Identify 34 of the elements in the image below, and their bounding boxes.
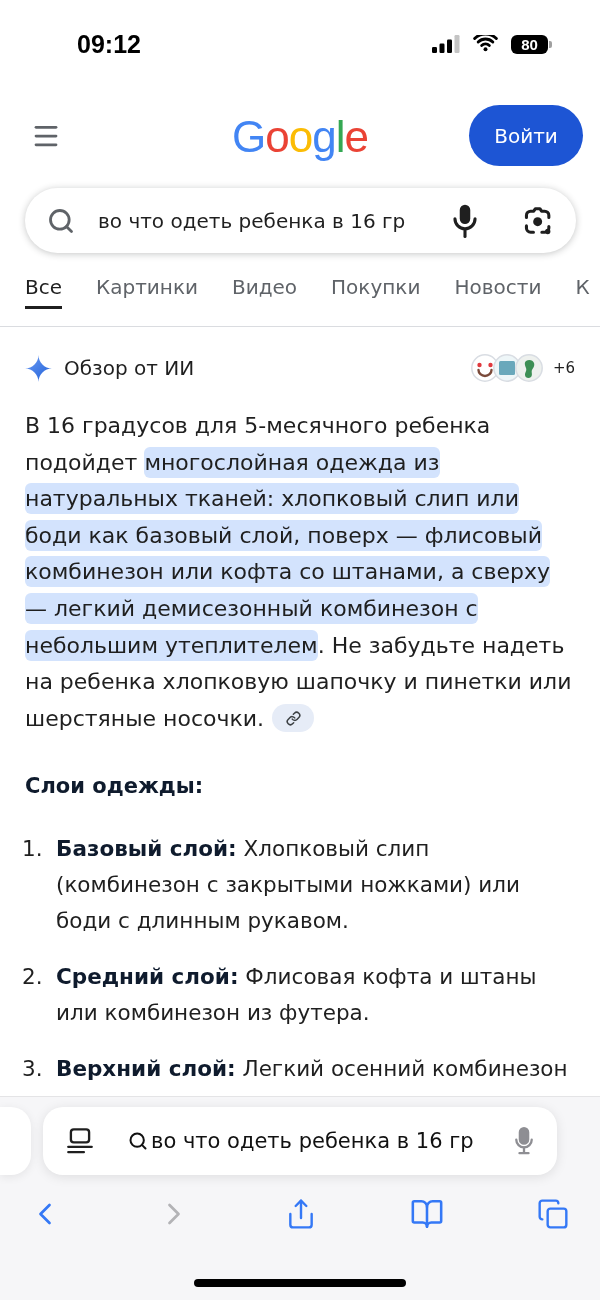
camera-search-icon[interactable] [524,206,552,235]
google-logo[interactable]: Google [232,112,368,159]
search-tab[interactable]: Новости [454,275,542,309]
battery-indicator: 80 [511,34,552,54]
open-book-icon[interactable] [410,1197,444,1231]
search-tab[interactable]: Все [25,275,63,309]
list-number: 3. [22,1055,44,1084]
search-tab[interactable]: Видео [232,275,298,309]
search-input[interactable]: во что одеть ребенка в 16 гр [98,208,452,233]
stacked-squares-icon[interactable] [537,1198,569,1230]
wifi-icon [473,35,498,53]
signal-icon [432,35,460,53]
status-time: 09:12 [77,29,141,59]
more-sources-count: +6 [552,359,575,377]
search-icon[interactable] [47,206,75,235]
citation-link-button[interactable] [272,704,315,733]
sign-in-button[interactable]: Войти [469,105,583,166]
figure-avatar-icon [514,354,543,382]
list-item-text: Базовый слой: Хлопковый слип (комбинезон с закрытыми ножками) или боди с длинным рукавом. [56,835,521,936]
microphone-icon[interactable] [452,203,478,238]
reader-icon[interactable] [67,1128,93,1154]
search-icon [128,1131,148,1151]
sparkle-icon [25,354,52,382]
list-number: 2. [22,963,44,992]
section-heading: Слои одежды: [25,773,205,801]
overview-title: Обзор от ИИ [64,356,196,380]
search-tab[interactable]: Картинки [96,275,198,309]
search-tab[interactable]: К [575,275,590,309]
list-item-text: Средний слой: Флисовая кофта и штаны или комбинезон из футера. [56,963,538,1028]
address-text[interactable]: во что одеть ребенка в 16 гр [151,1129,515,1153]
list-number: 1. [22,835,44,864]
list-item-text: Верхний слой: Легкий осенний комбинезон [56,1055,569,1084]
search-tab[interactable]: Покупки [331,275,421,309]
link-icon [285,710,301,726]
